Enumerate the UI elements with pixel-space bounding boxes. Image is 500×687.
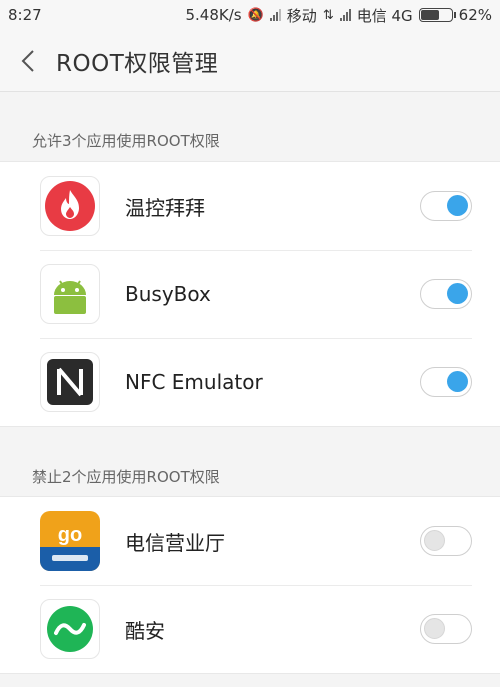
network-speed: 5.48K/s — [185, 6, 242, 24]
denied-app-list: go 电信营业厅 酷安 — [0, 496, 500, 674]
app-name: 酷安 — [125, 618, 165, 643]
chevron-left-icon — [21, 49, 34, 72]
back-button[interactable] — [0, 30, 56, 92]
data-transfer-icon: ⇅ — [322, 7, 334, 23]
toggle-knob — [424, 618, 445, 639]
root-toggle[interactable] — [420, 614, 472, 644]
header: ROOT权限管理 — [0, 30, 500, 92]
page-title: ROOT权限管理 — [56, 50, 219, 77]
mute-bell-icon: 🔕 — [247, 7, 264, 23]
coolapk-icon — [40, 599, 100, 659]
toggle-knob — [447, 371, 468, 392]
battery-percent: 62% — [458, 6, 492, 24]
signal-icon-2 — [339, 9, 351, 21]
root-toggle[interactable] — [420, 279, 472, 309]
android-icon — [40, 264, 100, 324]
allowed-section-label: 允许3个应用使用ROOT权限 — [32, 132, 220, 150]
app-name: 电信营业厅 — [125, 530, 225, 555]
signal-icon — [269, 9, 281, 21]
battery-icon — [418, 8, 456, 22]
list-item: 酷安 — [0, 585, 500, 673]
toggle-knob — [447, 195, 468, 216]
status-bar: 8:27 5.48K/s 🔕 移动 ⇅ 电信 4G 62% — [0, 0, 500, 30]
app-name: BusyBox — [125, 282, 211, 306]
carrier-1: 移动 — [286, 6, 317, 25]
app-name: 温控拜拜 — [125, 195, 205, 220]
root-toggle[interactable] — [420, 526, 472, 556]
toggle-knob — [424, 530, 445, 551]
list-item: NFC Emulator — [0, 338, 500, 426]
carrier-2: 电信 4G — [356, 6, 413, 25]
nfc-icon — [40, 352, 100, 412]
flame-icon — [40, 176, 100, 236]
app-name: NFC Emulator — [125, 370, 263, 394]
status-time: 8:27 — [8, 6, 42, 24]
status-indicators: 5.48K/s 🔕 移动 ⇅ 电信 4G 62% — [186, 5, 493, 26]
denied-section-label: 禁止2个应用使用ROOT权限 — [32, 468, 220, 486]
list-item: BusyBox — [0, 250, 500, 338]
root-toggle[interactable] — [420, 191, 472, 221]
allowed-app-list: 温控拜拜 BusyBox NFC Emulator — [0, 161, 500, 427]
toggle-knob — [447, 283, 468, 304]
list-item: 温控拜拜 — [0, 162, 500, 250]
telecom-go-icon: go — [40, 511, 100, 571]
root-toggle[interactable] — [420, 367, 472, 397]
svg-text:go: go — [58, 524, 82, 546]
list-item: go 电信营业厅 — [0, 497, 500, 585]
